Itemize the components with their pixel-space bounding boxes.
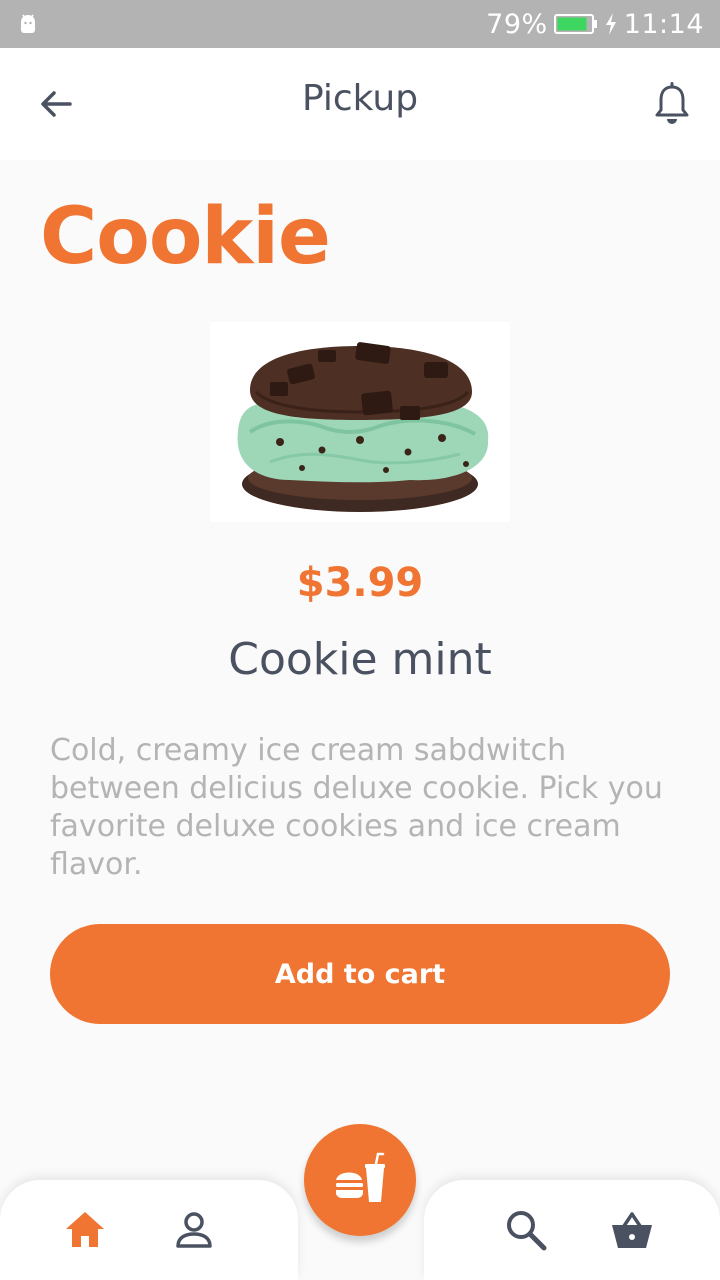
- charging-bolt-icon: [605, 13, 616, 35]
- bottom-nav-left: [0, 1180, 298, 1280]
- screen: 79% 11:14 Pickup Cookie $3.99 Cookie min…: [0, 0, 720, 1280]
- search-icon[interactable]: [504, 1208, 548, 1252]
- bell-icon[interactable]: [652, 82, 692, 126]
- battery-percent: 79%: [486, 8, 548, 40]
- android-icon: [21, 14, 35, 33]
- home-icon[interactable]: [63, 1208, 107, 1252]
- bottom-nav-right: [424, 1180, 720, 1280]
- burger-drink-icon: [336, 1152, 385, 1202]
- status-right: 79% 11:14: [486, 0, 704, 48]
- page-title: Pickup: [301, 78, 419, 119]
- product-description: Cold, creamy ice cream sabdwitch between…: [50, 733, 663, 882]
- product-image: [210, 322, 510, 522]
- app-bar: Pickup: [0, 48, 720, 160]
- menu-fab-button[interactable]: [304, 1124, 416, 1236]
- product-name: Cookie mint: [228, 634, 492, 685]
- ice-cream-cookie-sandwich-image: [237, 342, 489, 512]
- add-to-cart-label: Add to cart: [274, 958, 446, 990]
- status-bar: 79% 11:14: [0, 0, 720, 48]
- product-price: $3.99: [296, 560, 424, 606]
- basket-icon[interactable]: [610, 1208, 654, 1252]
- add-to-cart-button[interactable]: Add to cart: [50, 924, 670, 1024]
- category-title: Cookie: [40, 192, 331, 282]
- clock: 11:14: [623, 8, 704, 40]
- battery-icon: [553, 14, 597, 34]
- profile-icon[interactable]: [172, 1208, 216, 1252]
